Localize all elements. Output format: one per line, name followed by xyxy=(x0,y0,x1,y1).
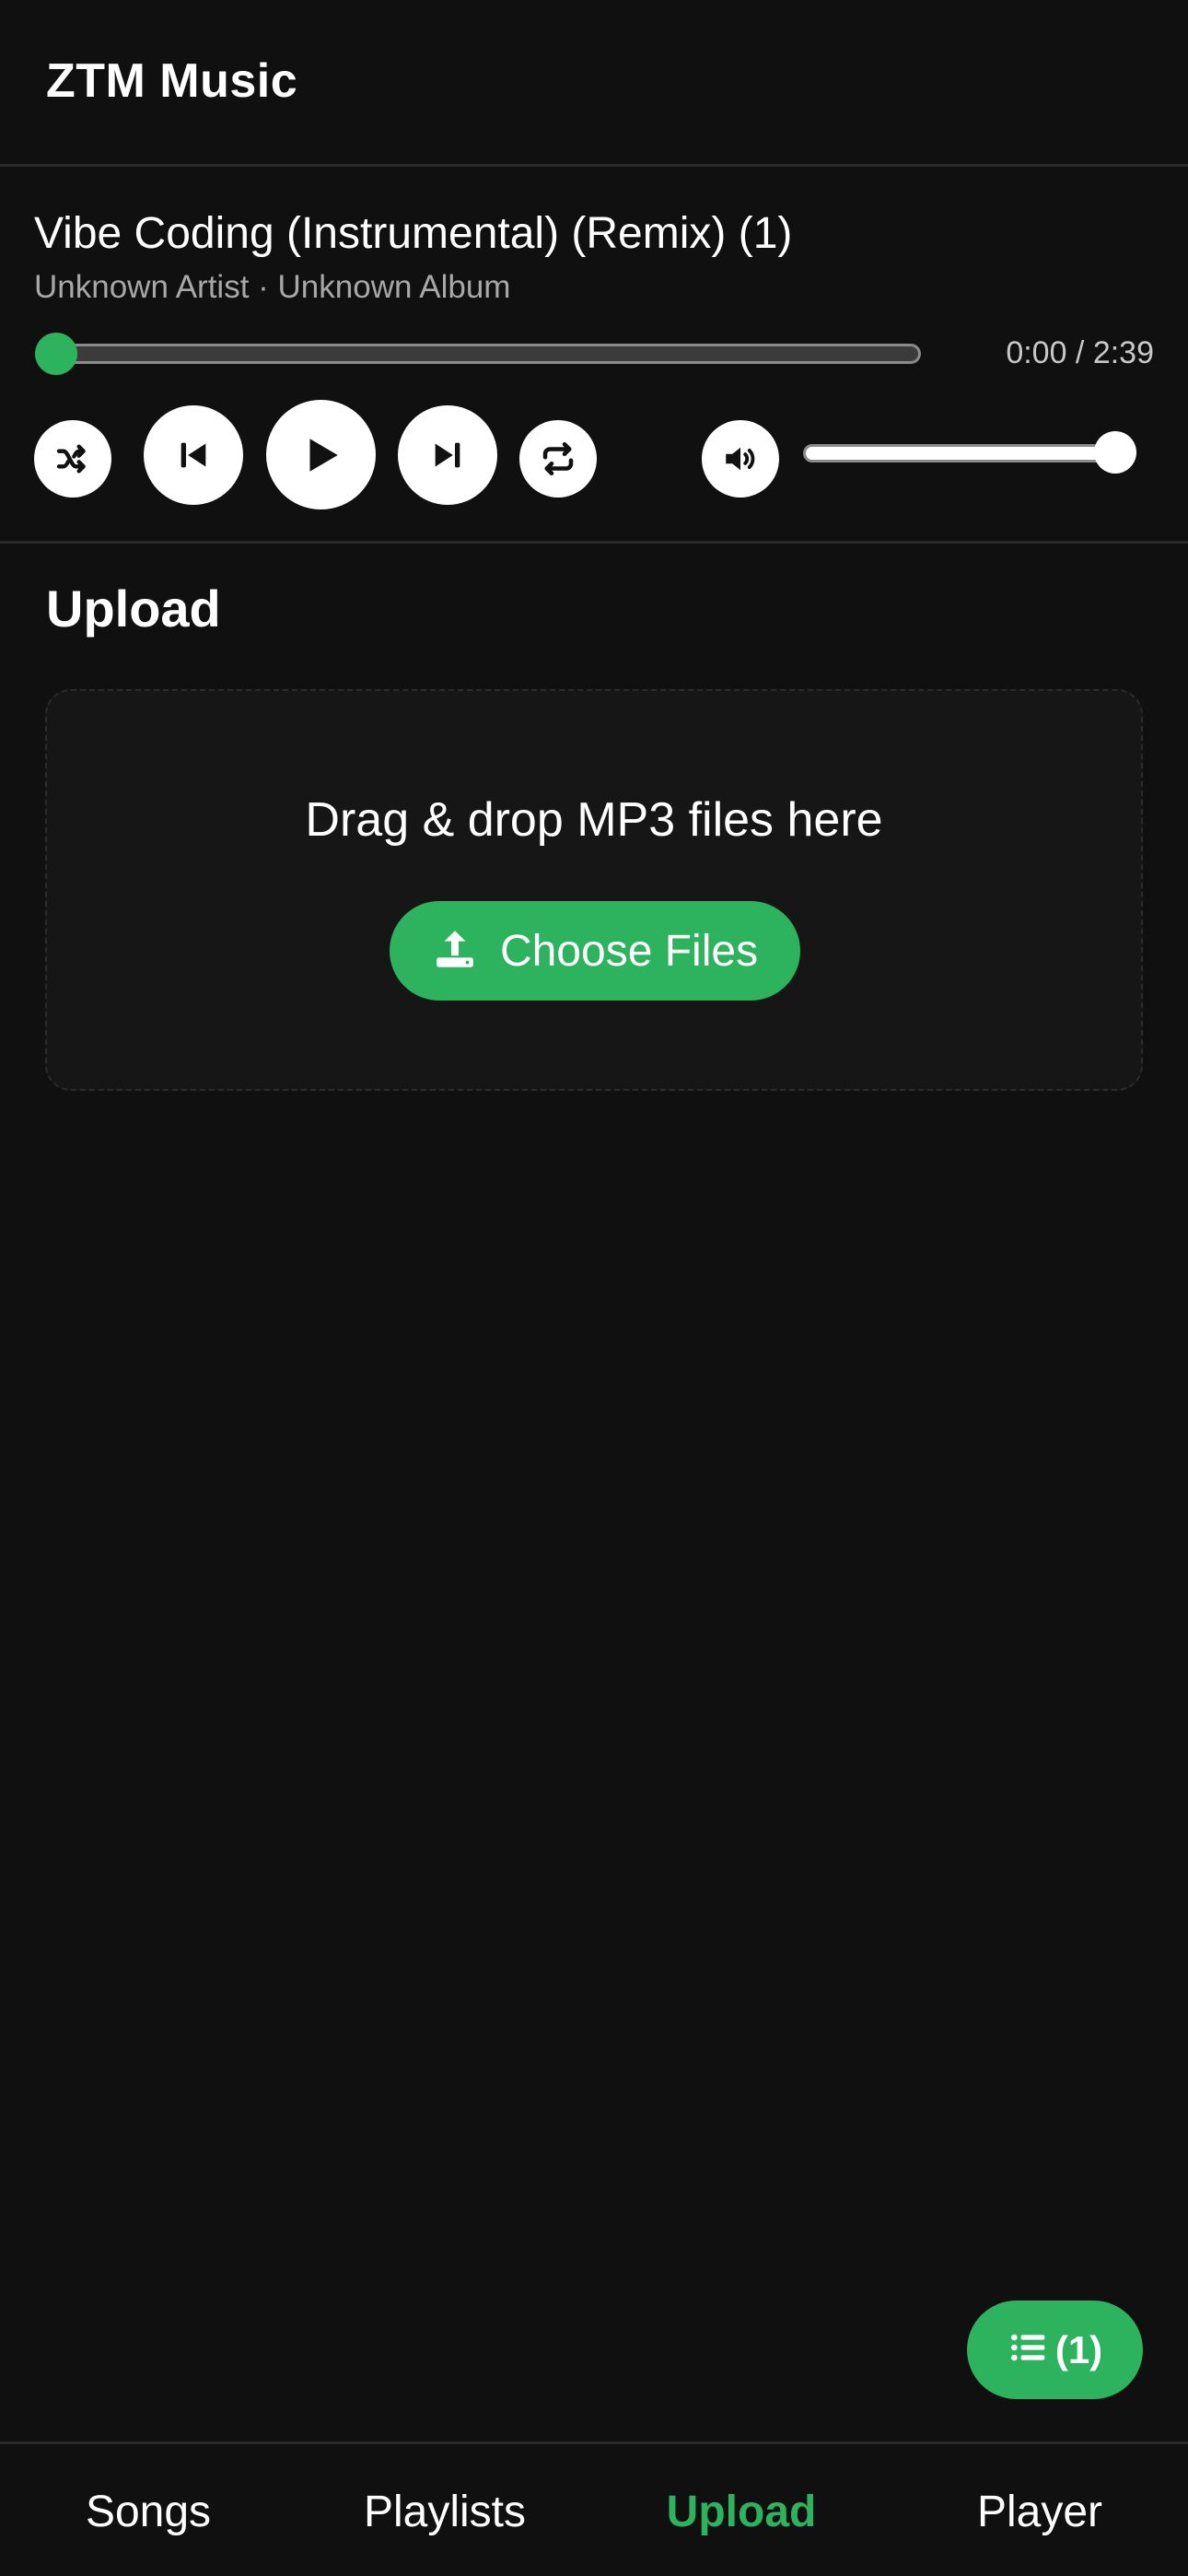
next-button[interactable] xyxy=(398,405,497,505)
now-playing-panel: Vibe Coding (Instrumental) (Remix) (1) U… xyxy=(0,170,1188,544)
nav-item-player[interactable]: Player xyxy=(891,2444,1188,2576)
skip-previous-icon xyxy=(175,437,212,474)
volume-icon xyxy=(721,439,760,478)
repeat-button[interactable] xyxy=(519,420,597,498)
track-title: Vibe Coding (Instrumental) (Remix) (1) xyxy=(34,209,793,258)
skip-next-icon xyxy=(429,437,466,474)
nav-item-songs[interactable]: Songs xyxy=(0,2444,297,2576)
page-title: Upload xyxy=(46,580,221,638)
progress-thumb[interactable] xyxy=(35,333,77,375)
shuffle-icon xyxy=(54,440,91,477)
nav-item-upload[interactable]: Upload xyxy=(593,2444,890,2576)
volume-thumb[interactable] xyxy=(1094,431,1136,474)
repeat-icon xyxy=(539,439,577,478)
app-root: ZTM Music Vibe Coding (Instrumental) (Re… xyxy=(0,0,1188,2576)
bottom-nav: Songs Playlists Upload Player xyxy=(0,2441,1188,2576)
previous-button[interactable] xyxy=(144,405,243,505)
upload-icon xyxy=(432,926,478,977)
choose-files-label: Choose Files xyxy=(499,926,759,976)
nav-item-playlists[interactable]: Playlists xyxy=(297,2444,593,2576)
track-artist-album: Unknown Artist · Unknown Album xyxy=(34,269,511,305)
choose-files-button[interactable]: Choose Files xyxy=(390,901,800,1001)
volume-button[interactable] xyxy=(702,420,779,498)
app-header: ZTM Music xyxy=(0,0,1188,167)
upload-dropzone[interactable]: Drag & drop MP3 files here Choose Files xyxy=(45,689,1143,1091)
shuffle-button[interactable] xyxy=(34,420,111,498)
app-title: ZTM Music xyxy=(46,54,298,108)
queue-button[interactable]: (1) xyxy=(967,2301,1143,2399)
play-icon xyxy=(298,432,344,478)
queue-count: (1) xyxy=(1054,2327,1103,2371)
list-icon xyxy=(1007,2327,1048,2372)
progress-slider[interactable] xyxy=(37,344,921,364)
dropzone-text: Drag & drop MP3 files here xyxy=(305,793,883,847)
play-button[interactable] xyxy=(266,400,376,509)
playback-time: 0:00 / 2:39 xyxy=(1006,335,1154,370)
volume-slider[interactable] xyxy=(803,444,1133,463)
